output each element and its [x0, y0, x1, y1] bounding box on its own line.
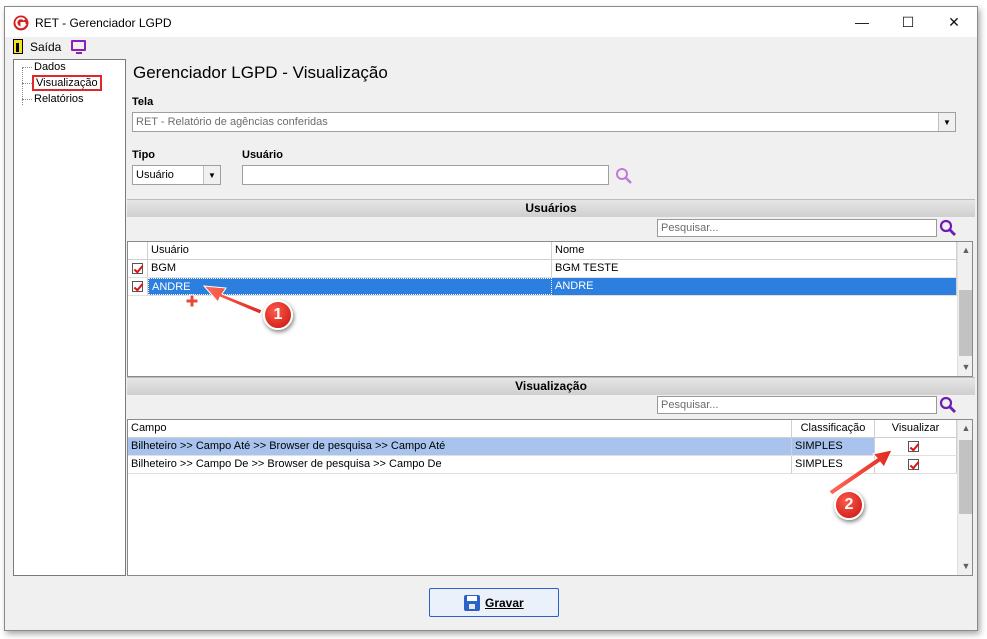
- cell-campo: Bilheteiro >> Campo De >> Browser de pes…: [128, 456, 792, 473]
- cell-campo: Bilheteiro >> Campo Até >> Browser de pe…: [128, 438, 792, 455]
- usuarios-section-header: Usuários: [127, 199, 975, 217]
- table-row[interactable]: Bilheteiro >> Campo De >> Browser de pes…: [128, 456, 957, 474]
- cell-nome: BGM TESTE: [552, 260, 957, 277]
- scroll-up-icon[interactable]: ▲: [958, 242, 972, 259]
- scroll-thumb[interactable]: [959, 290, 972, 356]
- usuarios-grid: Usuário Nome BGM BGM TESTE ANDRE ANDRE ▲: [127, 241, 973, 377]
- usuarios-scrollbar[interactable]: ▲ ▼: [957, 242, 972, 376]
- usuarios-search-input[interactable]: Pesquisar...: [657, 219, 937, 237]
- search-icon[interactable]: [615, 167, 633, 185]
- checkbox-checked[interactable]: [908, 441, 919, 452]
- callout-badge-1: 1: [263, 300, 293, 330]
- cell-visualizar[interactable]: [875, 438, 957, 455]
- table-row[interactable]: ANDRE ANDRE: [128, 278, 957, 296]
- column-header-nome[interactable]: Nome: [552, 242, 957, 259]
- visualizacao-section-header: Visualização: [127, 377, 975, 395]
- checkbox-checked[interactable]: [908, 459, 919, 470]
- monitor-icon[interactable]: [71, 40, 86, 54]
- row-check-cell[interactable]: [128, 260, 148, 277]
- cell-visualizar[interactable]: [875, 456, 957, 473]
- chevron-down-icon[interactable]: ▼: [203, 166, 220, 184]
- visualizacao-scrollbar[interactable]: ▲ ▼: [957, 420, 972, 575]
- tela-value: RET - Relatório de agências conferidas: [136, 116, 328, 128]
- tipo-label: Tipo: [132, 149, 156, 161]
- tela-label: Tela: [132, 96, 154, 108]
- tree-connector: [22, 83, 32, 84]
- usuario-label: Usuário: [242, 149, 283, 161]
- scroll-up-icon[interactable]: ▲: [958, 420, 972, 437]
- cell-classificacao: SIMPLES: [792, 438, 875, 455]
- tree-connector: [22, 99, 32, 100]
- exit-door-icon[interactable]: [13, 39, 23, 54]
- search-icon[interactable]: [939, 219, 957, 237]
- chevron-down-icon[interactable]: ▼: [938, 113, 955, 131]
- visualizacao-grid-header: Campo Classificação Visualizar: [128, 420, 957, 438]
- cell-nome-selected: ANDRE: [552, 278, 957, 295]
- column-header-visualizar[interactable]: Visualizar: [875, 420, 957, 437]
- tipo-value: Usuário: [136, 169, 174, 181]
- save-label: Gravar: [485, 596, 524, 610]
- tipo-select[interactable]: Usuário ▼: [132, 165, 221, 185]
- cell-usuario-selected: ANDRE: [148, 278, 552, 295]
- tree-connector: [22, 67, 32, 68]
- cell-usuario: BGM: [148, 260, 552, 277]
- column-header-classificacao[interactable]: Classificação: [792, 420, 875, 437]
- save-button[interactable]: Gravar: [429, 588, 559, 617]
- navigation-tree: Dados Visualização Relatórios: [13, 59, 126, 576]
- app-window: RET - Gerenciador LGPD — ☐ ✕ Saída Dados…: [4, 6, 978, 631]
- check-column-header: [128, 242, 148, 259]
- tree-item-visualizacao[interactable]: Visualização: [32, 75, 102, 91]
- visualizacao-search-input[interactable]: Pesquisar...: [657, 396, 937, 414]
- toolbar: Saída: [5, 37, 977, 57]
- column-header-campo[interactable]: Campo: [128, 420, 792, 437]
- page-title: Gerenciador LGPD - Visualização: [133, 63, 388, 82]
- floppy-disk-icon: [464, 595, 480, 611]
- usuarios-search-placeholder: Pesquisar...: [661, 222, 719, 234]
- maximize-button[interactable]: ☐: [885, 7, 931, 37]
- usuario-input[interactable]: [242, 165, 609, 185]
- scroll-down-icon[interactable]: ▼: [958, 359, 972, 376]
- usuarios-grid-header: Usuário Nome: [128, 242, 957, 260]
- minimize-button[interactable]: —: [839, 7, 885, 37]
- visualizacao-search-placeholder: Pesquisar...: [661, 399, 719, 411]
- cell-classificacao: SIMPLES: [792, 456, 875, 473]
- row-check-cell[interactable]: [128, 278, 148, 295]
- column-header-usuario[interactable]: Usuário: [148, 242, 552, 259]
- search-icon[interactable]: [939, 396, 957, 414]
- callout-badge-2: 2: [834, 490, 864, 520]
- scroll-down-icon[interactable]: ▼: [958, 558, 972, 575]
- cursor-plus-icon: [185, 294, 199, 308]
- tela-select[interactable]: RET - Relatório de agências conferidas ▼: [132, 112, 956, 132]
- close-button[interactable]: ✕: [931, 7, 977, 37]
- footer: Gravar: [5, 577, 977, 632]
- tree-item-relatorios[interactable]: Relatórios: [34, 93, 84, 105]
- table-row[interactable]: BGM BGM TESTE: [128, 260, 957, 278]
- table-row[interactable]: Bilheteiro >> Campo Até >> Browser de pe…: [128, 438, 957, 456]
- window-title: RET - Gerenciador LGPD: [35, 16, 172, 30]
- exit-button[interactable]: Saída: [30, 40, 61, 54]
- tree-item-dados[interactable]: Dados: [34, 61, 66, 73]
- checkbox-checked[interactable]: [132, 281, 143, 292]
- title-bar: RET - Gerenciador LGPD — ☐ ✕: [5, 7, 977, 37]
- app-logo-icon: [13, 15, 29, 31]
- checkbox-checked[interactable]: [132, 263, 143, 274]
- scroll-thumb[interactable]: [959, 440, 972, 514]
